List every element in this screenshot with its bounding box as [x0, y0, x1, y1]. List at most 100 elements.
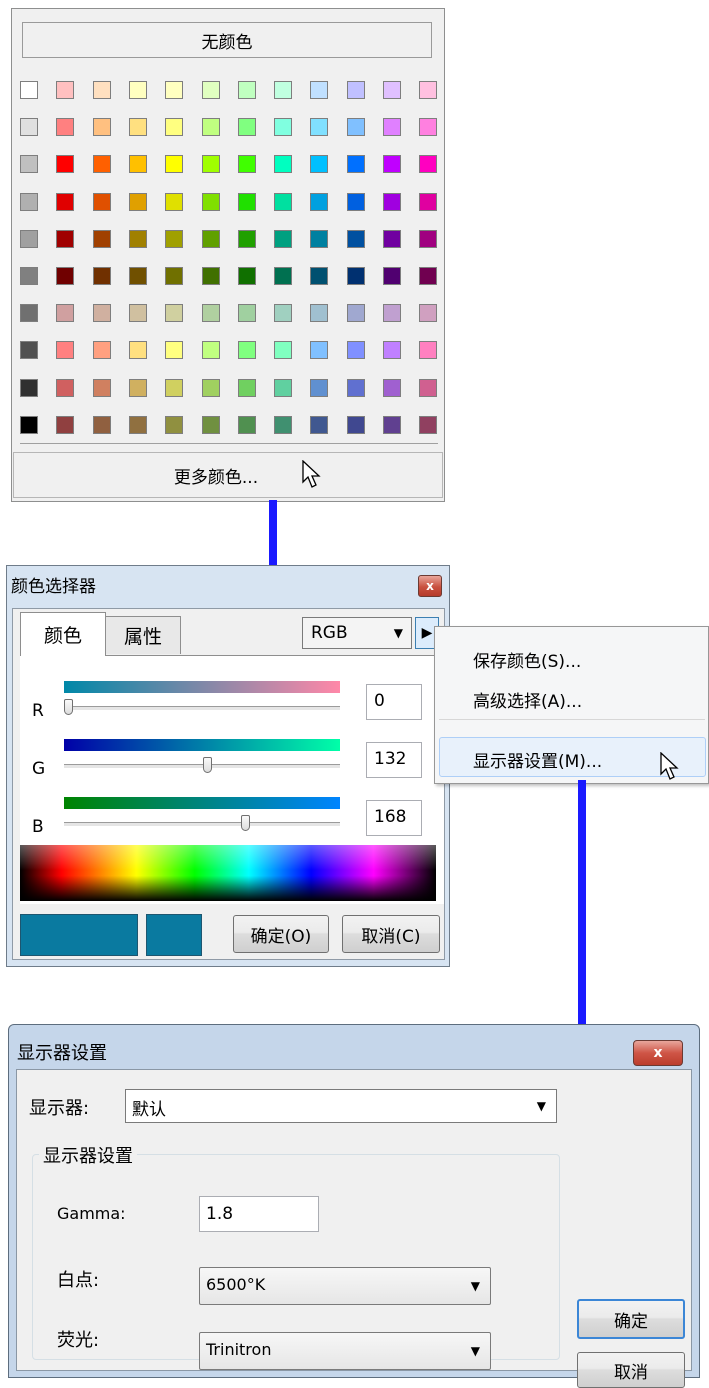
color-swatch[interactable] — [56, 378, 75, 397]
color-swatch[interactable] — [20, 415, 38, 434]
color-swatch[interactable] — [20, 341, 38, 360]
color-swatch[interactable] — [383, 267, 401, 285]
color-swatch[interactable] — [92, 155, 111, 174]
color-swatch[interactable] — [237, 81, 256, 99]
color-swatch[interactable] — [20, 118, 38, 137]
color-swatch[interactable] — [92, 229, 111, 248]
color-spectrum[interactable] — [20, 845, 436, 901]
color-swatch[interactable] — [383, 155, 401, 174]
color-model-select[interactable]: RGB ▼ — [302, 617, 412, 649]
color-swatch[interactable] — [56, 415, 75, 434]
color-swatch[interactable] — [128, 267, 147, 285]
color-swatch[interactable] — [201, 81, 220, 99]
blue-value-input[interactable]: 168 — [366, 800, 422, 836]
color-swatch[interactable] — [128, 415, 147, 434]
color-swatch[interactable] — [92, 118, 111, 137]
color-swatch[interactable] — [20, 304, 38, 323]
color-swatch[interactable] — [165, 229, 184, 248]
color-swatch[interactable] — [346, 155, 365, 174]
color-swatch[interactable] — [165, 192, 184, 211]
tab-color[interactable]: 颜色 — [20, 612, 106, 656]
color-swatch[interactable] — [383, 378, 401, 397]
ok-button[interactable]: 确定(O) — [233, 915, 329, 953]
color-swatch[interactable] — [20, 267, 38, 285]
color-swatch[interactable] — [237, 267, 256, 285]
color-swatch[interactable] — [346, 267, 365, 285]
color-swatch[interactable] — [20, 192, 38, 211]
color-swatch[interactable] — [274, 229, 293, 248]
color-swatch[interactable] — [419, 229, 438, 248]
color-swatch[interactable] — [383, 81, 401, 99]
color-swatch[interactable] — [56, 155, 75, 174]
color-swatch[interactable] — [310, 415, 329, 434]
color-swatch[interactable] — [310, 118, 329, 137]
color-swatch[interactable] — [128, 118, 147, 137]
color-swatch[interactable] — [237, 155, 256, 174]
color-swatch[interactable] — [165, 267, 184, 285]
original-color-swatch[interactable] — [146, 914, 202, 956]
no-color-button[interactable]: 无颜色 — [22, 22, 432, 58]
color-swatch[interactable] — [165, 118, 184, 137]
color-swatch[interactable] — [128, 192, 147, 211]
color-swatch[interactable] — [201, 415, 220, 434]
color-swatch[interactable] — [201, 229, 220, 248]
color-swatch[interactable] — [419, 415, 438, 434]
color-swatch[interactable] — [383, 415, 401, 434]
color-swatch[interactable] — [419, 378, 438, 397]
color-swatch[interactable] — [201, 378, 220, 397]
color-swatch[interactable] — [237, 378, 256, 397]
blue-slider-track[interactable] — [64, 822, 340, 827]
color-swatch[interactable] — [20, 229, 38, 248]
color-swatch[interactable] — [165, 415, 184, 434]
color-swatch[interactable] — [56, 267, 75, 285]
color-swatch[interactable] — [346, 341, 365, 360]
color-swatch[interactable] — [419, 192, 438, 211]
color-swatch[interactable] — [92, 192, 111, 211]
color-swatch[interactable] — [201, 155, 220, 174]
more-colors-button[interactable]: 更多颜色... — [13, 452, 443, 498]
color-swatch[interactable] — [128, 304, 147, 323]
color-swatch[interactable] — [20, 378, 38, 397]
color-swatch[interactable] — [274, 267, 293, 285]
menu-item-display-settings[interactable]: 显示器设置(M)... — [473, 747, 602, 772]
color-swatch[interactable] — [310, 378, 329, 397]
color-swatch[interactable] — [310, 229, 329, 248]
red-value-input[interactable]: 0 — [366, 684, 422, 720]
color-swatch[interactable] — [419, 155, 438, 174]
color-swatch[interactable] — [201, 341, 220, 360]
color-swatch[interactable] — [56, 81, 75, 99]
color-swatch[interactable] — [92, 378, 111, 397]
color-swatch[interactable] — [274, 118, 293, 137]
color-swatch[interactable] — [419, 118, 438, 137]
color-swatch[interactable] — [165, 304, 184, 323]
color-swatch[interactable] — [56, 229, 75, 248]
color-swatch[interactable] — [310, 341, 329, 360]
color-swatch[interactable] — [346, 415, 365, 434]
green-slider-track[interactable] — [64, 764, 340, 769]
color-swatch[interactable] — [92, 267, 111, 285]
color-swatch[interactable] — [92, 341, 111, 360]
color-swatch[interactable] — [201, 118, 220, 137]
color-swatch[interactable] — [165, 155, 184, 174]
color-swatch[interactable] — [383, 118, 401, 137]
color-swatch[interactable] — [165, 81, 184, 99]
color-swatch[interactable] — [383, 304, 401, 323]
color-swatch[interactable] — [237, 341, 256, 360]
color-swatch[interactable] — [165, 341, 184, 360]
red-slider-thumb[interactable] — [64, 699, 73, 715]
color-swatch[interactable] — [310, 192, 329, 211]
color-swatch[interactable] — [383, 229, 401, 248]
color-swatch[interactable] — [237, 229, 256, 248]
close-button[interactable]: x — [633, 1040, 683, 1066]
color-swatch[interactable] — [56, 341, 75, 360]
color-swatch[interactable] — [128, 378, 147, 397]
monitor-select[interactable]: 默认 ▼ — [125, 1089, 557, 1123]
green-slider-thumb[interactable] — [203, 757, 213, 773]
color-swatch[interactable] — [274, 192, 293, 211]
color-swatch[interactable] — [201, 192, 220, 211]
red-slider-track[interactable] — [64, 706, 340, 711]
color-swatch[interactable] — [274, 304, 293, 323]
color-swatch[interactable] — [274, 155, 293, 174]
color-swatch[interactable] — [310, 304, 329, 323]
color-swatch[interactable] — [201, 267, 220, 285]
